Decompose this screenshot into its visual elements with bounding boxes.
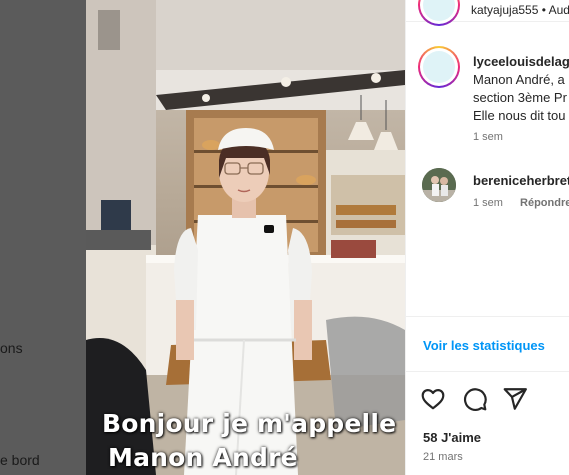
author-avatar[interactable]: [418, 0, 460, 26]
author-username[interactable]: katyajuja555: [471, 3, 538, 17]
view-insights-link[interactable]: Voir les statistiques: [423, 338, 545, 353]
audio-label[interactable]: Aud: [549, 3, 569, 17]
page-backdrop: ons e bord: [0, 0, 86, 475]
separator-dot: •: [541, 3, 546, 17]
video-caption-line: Bonjour je m'appelle: [102, 409, 397, 438]
avatar-inner: [420, 48, 458, 86]
backdrop-text-fragment: ons: [0, 340, 23, 356]
reply-button[interactable]: Répondre: [520, 197, 569, 209]
post-details-panel: katyajuja555 • Aud lyceelouisdelag Manon…: [405, 0, 569, 475]
comment-body: bereniceherbret: [473, 172, 569, 190]
comment-timestamp: 1 sem: [473, 197, 503, 209]
comment-timestamp: 1 sem: [473, 131, 503, 143]
comment-text-line: section 3ème Pr: [473, 90, 567, 105]
divider: [406, 371, 569, 372]
reel-video[interactable]: Bonjour je m'appelle Manon André: [86, 0, 405, 475]
avatar-inner: [420, 0, 458, 24]
comment-text-line: Manon André, a: [473, 72, 565, 87]
share-icon[interactable]: [502, 386, 528, 412]
video-caption-line: Manon André: [108, 443, 298, 472]
divider: [406, 316, 569, 317]
comment-icon[interactable]: [462, 386, 488, 412]
comment-meta: 1 sem Répondre: [473, 197, 569, 209]
user-photo-icon[interactable]: [422, 168, 456, 202]
avatar-photo: [422, 168, 456, 202]
post-date: 21 mars: [423, 451, 463, 463]
header-username-line: katyajuja555 • Aud: [471, 3, 569, 17]
like-count[interactable]: 58 J'aime: [423, 430, 481, 445]
comment-text-line: Elle nous dit tou: [473, 108, 566, 123]
post-header: katyajuja555 • Aud: [406, 0, 569, 26]
comment-body: lyceelouisdelag Manon André, a section 3…: [473, 53, 569, 125]
video-frame-illustration: [86, 0, 405, 475]
commenter-avatar[interactable]: [418, 46, 460, 88]
school-logo-icon: [423, 0, 455, 21]
school-logo-icon: [423, 51, 455, 83]
backdrop-text-fragment: e bord: [0, 452, 40, 468]
heart-icon[interactable]: [420, 386, 446, 412]
comment-username[interactable]: bereniceherbret: [473, 172, 569, 190]
comment-username[interactable]: lyceelouisdelag: [473, 53, 569, 71]
